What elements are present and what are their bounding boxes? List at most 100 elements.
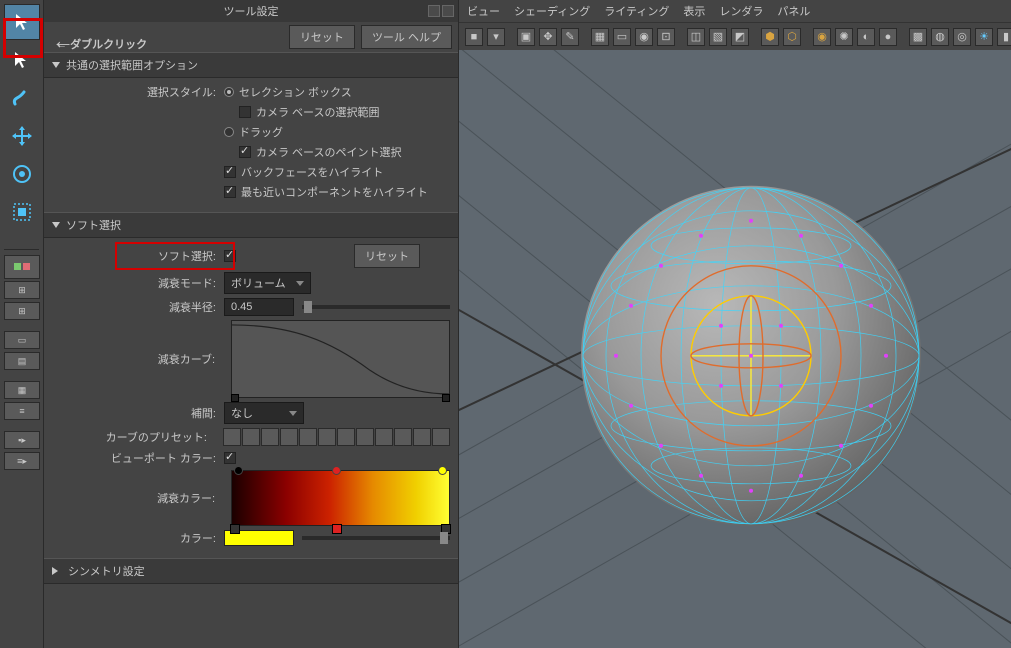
preset-7[interactable] [337, 428, 355, 446]
left-toolbox: ⊞ ⊞ ▭ ▤ ▦ ≡ ▪▸ ≡▸ [0, 0, 44, 648]
falloff-radius-label: 減衰半径: [44, 299, 224, 315]
vp-light-icon[interactable]: ◉ [813, 28, 831, 46]
vp-bookmark-icon[interactable]: ▾ [487, 28, 505, 46]
vp-shadow-icon[interactable]: ✺ [835, 28, 853, 46]
selection-box-radio[interactable] [224, 87, 234, 97]
menu-renderer[interactable]: レンダラ [719, 3, 763, 19]
vp-wire-icon[interactable]: ◫ [687, 28, 705, 46]
chevron-down-icon [52, 222, 60, 228]
vp-aa-icon[interactable]: ◍ [931, 28, 949, 46]
vp-xray-icon[interactable]: ⬡ [783, 28, 801, 46]
panel-toggle-c[interactable]: ▪▸ [4, 431, 40, 449]
falloff-mode-dropdown[interactable]: ボリューム [224, 272, 311, 294]
viewport-toolbar: ■ ▾ ▣ ✥ ✎ ▦ ▭ ◉ ⊡ ◫ ▧ ◩ ⬢ ⬡ ◉ ✺ ◐ ● ▩ ◍ [459, 22, 1011, 50]
common-section-header[interactable]: 共通の選択範囲オプション [44, 52, 458, 78]
vp-tex-icon[interactable]: ▩ [909, 28, 927, 46]
menu-shading[interactable]: シェーディング [514, 3, 590, 19]
vp-safe-icon[interactable]: ⊡ [657, 28, 675, 46]
panel-toggle-b[interactable]: ≡ [4, 402, 40, 420]
gradient-stop-yellow[interactable] [438, 466, 447, 475]
preset-6[interactable] [318, 428, 336, 446]
vp-gamma-icon[interactable]: ▮ [997, 28, 1011, 46]
preset-3[interactable] [261, 428, 279, 446]
vp-ao-icon[interactable]: ◐ [857, 28, 875, 46]
vp-motion-icon[interactable]: ● [879, 28, 897, 46]
preset-8[interactable] [356, 428, 374, 446]
drag-radio[interactable] [224, 127, 234, 137]
viewport-canvas[interactable] [459, 50, 1011, 648]
preset-custom[interactable] [432, 428, 450, 446]
gradient-marker-left[interactable] [230, 524, 240, 534]
vp-grease-pencil-icon[interactable]: ✎ [561, 28, 579, 46]
vp-grid-icon[interactable]: ▦ [591, 28, 609, 46]
close-panel-icon[interactable] [442, 5, 454, 17]
tool-help-button[interactable]: ツール ヘルプ [361, 25, 452, 49]
reset-button[interactable]: リセット [289, 25, 355, 49]
grid-plus-b[interactable]: ⊞ [4, 302, 40, 320]
camera-base-select-checkbox[interactable] [239, 106, 251, 118]
rotate-tool-button[interactable] [4, 156, 40, 192]
vp-isolate-icon[interactable]: ⬢ [761, 28, 779, 46]
gradient-stop-black[interactable] [234, 466, 243, 475]
layout-b[interactable]: ▤ [4, 352, 40, 370]
curve-handle-end[interactable] [442, 394, 450, 402]
menu-panels[interactable]: パネル [777, 3, 810, 19]
grid-plus-a[interactable]: ⊞ [4, 281, 40, 299]
backface-highlight-checkbox[interactable] [224, 166, 236, 178]
snap-toggle-button[interactable] [4, 255, 40, 279]
panel-title: ツール設定 [224, 3, 279, 19]
vp-2d-pan-icon[interactable]: ✥ [539, 28, 557, 46]
soft-select-checkbox[interactable] [224, 250, 236, 262]
symmetry-section-header[interactable]: シンメトリ設定 [44, 558, 458, 584]
preset-9[interactable] [375, 428, 393, 446]
vp-camera-icon[interactable]: ■ [465, 28, 483, 46]
color-slider[interactable] [302, 536, 450, 540]
viewport-color-checkbox[interactable] [224, 452, 236, 464]
falloff-radius-slider[interactable] [302, 305, 450, 309]
panel-toggle-d[interactable]: ≡▸ [4, 452, 40, 470]
vp-gate-mask-icon[interactable]: ◉ [635, 28, 653, 46]
lasso-tool-button[interactable] [4, 42, 40, 78]
falloff-radius-input[interactable] [224, 298, 294, 316]
vp-all-icon[interactable]: ▧ [709, 28, 727, 46]
falloff-mode-label: 減衰モード: [44, 275, 224, 291]
preset-10[interactable] [394, 428, 412, 446]
select-style-label: 選択スタイル: [44, 84, 224, 100]
preset-1[interactable] [223, 428, 241, 446]
menu-view[interactable]: ビュー [467, 3, 500, 19]
interp-dropdown[interactable]: なし [224, 402, 304, 424]
menu-show[interactable]: 表示 [683, 3, 705, 19]
soft-reset-button[interactable]: リセット [354, 244, 420, 268]
section-title: 共通の選択範囲オプション [66, 57, 198, 73]
preset-4[interactable] [280, 428, 298, 446]
undock-icon[interactable] [428, 5, 440, 17]
falloff-curve-graph[interactable] [231, 320, 450, 398]
gradient-stop-red[interactable] [332, 466, 341, 475]
layout-a[interactable]: ▭ [4, 331, 40, 349]
camera-base-paint-checkbox[interactable] [239, 146, 251, 158]
curve-handle-start[interactable] [231, 394, 239, 402]
falloff-color-gradient[interactable] [231, 470, 450, 526]
vp-poly-icon[interactable]: ◩ [731, 28, 749, 46]
nearest-highlight-label: 最も近いコンポーネントをハイライト [241, 184, 428, 200]
preset-11[interactable] [413, 428, 431, 446]
vp-exposure-icon[interactable]: ☀ [975, 28, 993, 46]
move-tool-button[interactable] [4, 118, 40, 154]
vp-film-gate-icon[interactable]: ▭ [613, 28, 631, 46]
menu-lighting[interactable]: ライティング [604, 3, 669, 19]
soft-section-header[interactable]: ソフト選択 [44, 212, 458, 238]
gradient-marker-mid[interactable] [332, 524, 342, 534]
vp-dof-icon[interactable]: ◎ [953, 28, 971, 46]
vp-image-plane-icon[interactable]: ▣ [517, 28, 535, 46]
preset-2[interactable] [242, 428, 260, 446]
panel-toggle-a[interactable]: ▦ [4, 381, 40, 399]
preset-5[interactable] [299, 428, 317, 446]
section-title: ソフト選択 [66, 217, 121, 233]
paint-select-tool-button[interactable] [4, 80, 40, 116]
curve-preset-label: カーブのプリセット: [44, 429, 215, 445]
viewport-menubar: ビュー シェーディング ライティング 表示 レンダラ パネル [459, 0, 1011, 22]
scale-tool-button[interactable] [4, 194, 40, 230]
nearest-highlight-checkbox[interactable] [224, 186, 236, 198]
select-tool-button[interactable] [4, 4, 40, 40]
viewport-color-label: ビューポート カラー: [44, 450, 224, 466]
